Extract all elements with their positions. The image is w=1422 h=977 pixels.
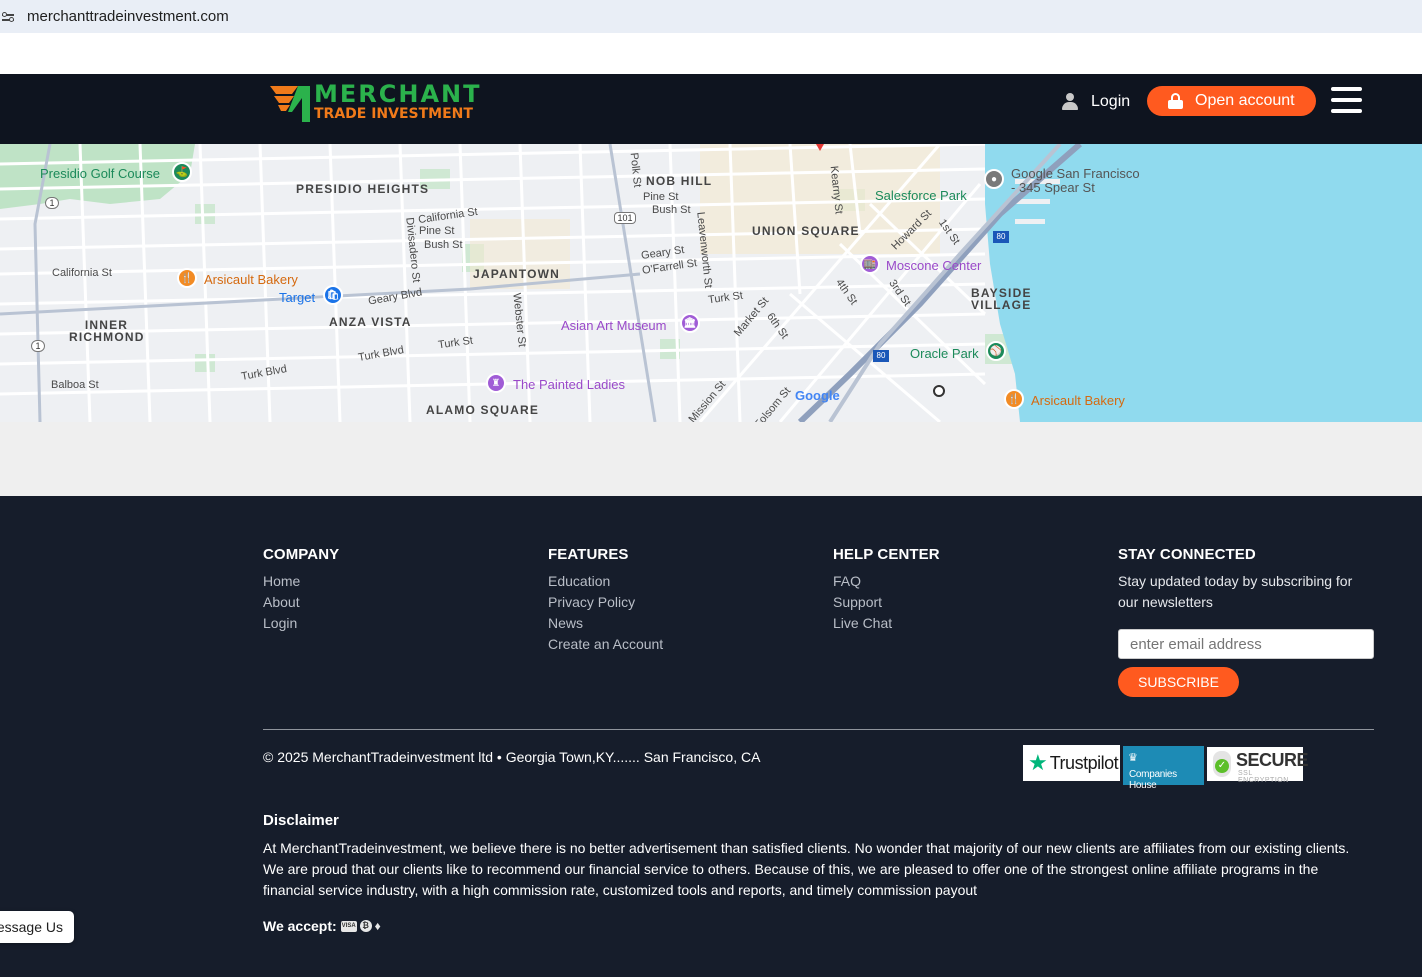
map-marker-icon[interactable] bbox=[816, 144, 824, 151]
footer-heading: HELP CENTER bbox=[833, 546, 940, 563]
login-link[interactable]: Login bbox=[1061, 91, 1130, 113]
disclaimer-text: At MerchantTradeinvestment, we believe t… bbox=[263, 840, 1350, 898]
ethereum-icon: ♦ bbox=[374, 919, 381, 933]
logo-mark-icon bbox=[270, 86, 310, 122]
logo-text-trade-investment: TRADE INVESTMENT bbox=[314, 106, 473, 122]
url-text[interactable]: merchanttradeinvestment.com bbox=[27, 8, 229, 25]
browser-url-bar[interactable]: merchanttradeinvestment.com bbox=[0, 0, 1422, 33]
poi-presidio-golf-course[interactable]: Presidio Golf Course bbox=[40, 166, 160, 181]
visa-icon: VISA bbox=[340, 920, 357, 932]
restaurant-pin-icon[interactable]: 🍴 bbox=[1004, 389, 1024, 409]
poi-painted-ladies[interactable]: The Painted Ladies bbox=[513, 377, 625, 392]
site-logo[interactable]: MERCHANT TRADE INVESTMENT bbox=[268, 80, 480, 128]
footer-divider bbox=[263, 729, 1374, 730]
highway-shield: 80 bbox=[993, 231, 1009, 243]
poi-moscone-center[interactable]: Moscone Center bbox=[886, 258, 981, 273]
museum-pin-icon[interactable]: 🏛 bbox=[680, 313, 700, 333]
poi-arsicault-bakery-2[interactable]: Arsicault Bakery bbox=[1031, 393, 1125, 408]
highway-shield: 1 bbox=[31, 340, 45, 352]
trustpilot-badge[interactable]: ★ Trustpilot bbox=[1023, 745, 1120, 781]
map-label-anza-vista: ANZA VISTA bbox=[329, 315, 412, 329]
venue-pin-icon[interactable]: 🏬 bbox=[860, 254, 880, 274]
footer-link-education[interactable]: Education bbox=[548, 571, 663, 592]
footer-link-create-account[interactable]: Create an Account bbox=[548, 634, 663, 655]
highway-shield: 101 bbox=[614, 212, 636, 224]
footer-link-home[interactable]: Home bbox=[263, 571, 339, 592]
site-header: MERCHANT TRADE INVESTMENT Login Open acc… bbox=[0, 74, 1422, 144]
map-street: California St bbox=[52, 267, 112, 279]
companies-house-badge[interactable]: ♛ Companies House bbox=[1123, 746, 1204, 791]
map-label-union-square: UNION SQUARE bbox=[752, 224, 860, 238]
star-icon: ★ bbox=[1028, 750, 1048, 775]
poi-target[interactable]: Target bbox=[279, 290, 315, 305]
check-icon: ✓ bbox=[1215, 759, 1229, 773]
map-label-inner-richmond: INNER RICHMOND bbox=[69, 318, 145, 344]
poi-oracle-park[interactable]: Oracle Park bbox=[910, 346, 979, 361]
open-account-button[interactable]: Open account bbox=[1147, 86, 1316, 116]
map-label-bayside-village: BAYSIDE VILLAGE bbox=[971, 286, 1032, 312]
poi-asian-art-museum[interactable]: Asian Art Museum bbox=[561, 318, 667, 333]
footer-link-faq[interactable]: FAQ bbox=[833, 571, 940, 592]
highway-shield: 80 bbox=[873, 350, 889, 362]
disclaimer-title: Disclaimer bbox=[263, 812, 339, 829]
content-spacer bbox=[0, 422, 1422, 496]
map-label-japantown: JAPANTOWN bbox=[473, 267, 561, 281]
google-logo: Google bbox=[795, 388, 840, 403]
site-footer: COMPANY Home About Login FEATURES Educat… bbox=[0, 496, 1422, 977]
poi-arsicault-bakery[interactable]: Arsicault Bakery bbox=[204, 272, 298, 287]
footer-help-column: HELP CENTER FAQ Support Live Chat bbox=[833, 546, 940, 634]
crest-icon: ♛ bbox=[1128, 752, 1138, 764]
location-pin-icon[interactable]: ● bbox=[984, 169, 1004, 189]
footer-heading: FEATURES bbox=[548, 546, 629, 563]
landmark-pin-icon[interactable]: ♜ bbox=[486, 373, 506, 393]
footer-link-support[interactable]: Support bbox=[833, 592, 940, 613]
restaurant-pin-icon[interactable]: 🍴 bbox=[177, 268, 197, 288]
poi-salesforce-park[interactable]: Salesforce Park bbox=[875, 188, 967, 203]
footer-link-privacy-policy[interactable]: Privacy Policy bbox=[548, 592, 663, 613]
open-account-label: Open account bbox=[1195, 92, 1295, 109]
top-spacer bbox=[0, 33, 1422, 74]
footer-stay-connected-column: STAY CONNECTED Stay updated today by sub… bbox=[1118, 546, 1368, 613]
logo-text-merchant: MERCHANT bbox=[314, 80, 482, 108]
stadium-pin-icon[interactable]: ⚾ bbox=[986, 341, 1006, 361]
subscribe-button[interactable]: SUBSCRIBE bbox=[1118, 667, 1239, 697]
map-street: Bush St bbox=[424, 239, 463, 251]
ssl-secure-badge[interactable]: ✓ SECURE SSL ENCRYPTION bbox=[1207, 747, 1309, 784]
message-us-button[interactable]: Message Us bbox=[0, 911, 74, 943]
newsletter-email-input[interactable] bbox=[1118, 629, 1374, 659]
footer-link-news[interactable]: News bbox=[548, 613, 663, 634]
map-label-nob-hill: NOB HILL bbox=[646, 174, 713, 188]
golf-pin-icon[interactable]: ⛳ bbox=[172, 162, 192, 182]
location-map[interactable]: PRESIDIO HEIGHTS NOB HILL UNION SQUARE J… bbox=[0, 144, 1422, 422]
payment-methods: We accept: VISA ₿ ♦ bbox=[263, 918, 381, 934]
newsletter-text: Stay updated today by subscribing for ou… bbox=[1118, 573, 1353, 610]
footer-heading: STAY CONNECTED bbox=[1118, 546, 1256, 563]
transit-icon bbox=[933, 385, 945, 397]
hamburger-menu-icon[interactable] bbox=[1331, 87, 1362, 114]
map-street: Bush St bbox=[652, 204, 691, 216]
footer-link-live-chat[interactable]: Live Chat bbox=[833, 613, 940, 634]
copyright-text: © 2025 MerchantTradeinvestment ltd • Geo… bbox=[263, 749, 761, 765]
map-label-presidio-heights: PRESIDIO HEIGHTS bbox=[296, 182, 430, 196]
user-icon bbox=[1061, 93, 1079, 111]
footer-link-about[interactable]: About bbox=[263, 592, 339, 613]
highway-shield: 1 bbox=[45, 197, 59, 209]
footer-heading: COMPANY bbox=[263, 546, 340, 563]
map-label-alamo-square: ALAMO SQUARE bbox=[426, 403, 540, 417]
footer-company-column: COMPANY Home About Login bbox=[263, 546, 339, 634]
shopping-pin-icon[interactable]: 🛍 bbox=[323, 285, 343, 305]
bitcoin-icon: ₿ bbox=[359, 920, 372, 932]
footer-link-login[interactable]: Login bbox=[263, 613, 339, 634]
map-street: Pine St bbox=[419, 225, 455, 237]
login-label: Login bbox=[1091, 93, 1131, 110]
poi-google-sf[interactable]: Google San Francisco - 345 Spear St bbox=[1011, 167, 1140, 195]
footer-features-column: FEATURES Education Privacy Policy News C… bbox=[548, 546, 663, 655]
lock-icon bbox=[1168, 93, 1183, 109]
map-street: Balboa St bbox=[51, 379, 99, 391]
site-settings-icon[interactable] bbox=[2, 10, 16, 24]
map-street: Pine St bbox=[643, 191, 679, 203]
